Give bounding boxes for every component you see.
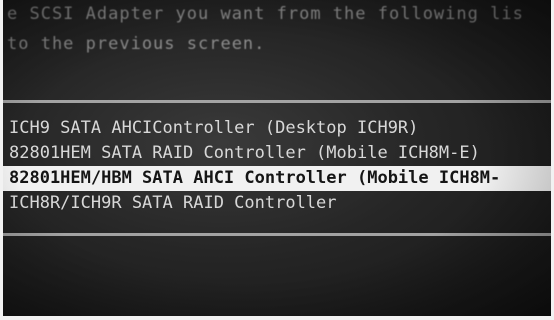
instruction-text-line-1: e SCSI Adapter you want from the followi… (7, 4, 524, 24)
adapter-option-ich8r-ich9r-raid[interactable]: ICH8R/ICH9R SATA RAID Controller (3, 191, 551, 216)
list-bottom-divider (3, 233, 551, 236)
adapter-list: ICH9 SATA AHCIController (Desktop ICH9R)… (3, 116, 551, 216)
list-top-divider (3, 100, 551, 103)
adapter-option-82801hem-raid[interactable]: 82801HEM SATA RAID Controller (Mobile IC… (3, 141, 551, 166)
adapter-option-82801hem-ahci-selected[interactable]: 82801HEM/HBM SATA AHCI Controller (Mobil… (3, 166, 551, 191)
adapter-option-ich9-ahci[interactable]: ICH9 SATA AHCIController (Desktop ICH9R) (3, 116, 551, 141)
screen-photo: e SCSI Adapter you want from the followi… (3, 0, 551, 316)
instruction-text-line-2: to the previous screen. (7, 34, 266, 54)
